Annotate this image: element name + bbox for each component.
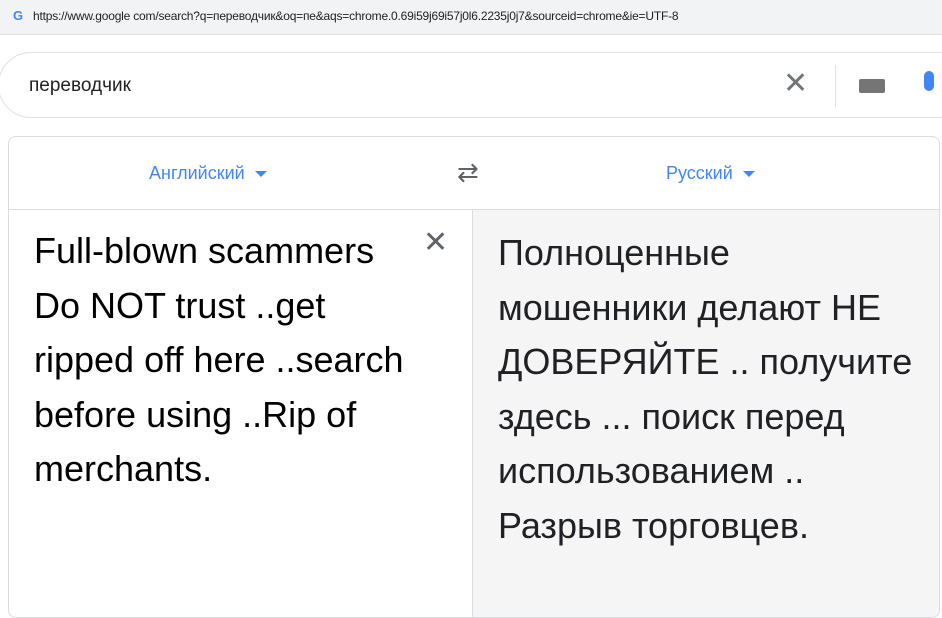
- source-panel: Full-blown scammers Do NOT trust ..get r…: [9, 210, 472, 617]
- source-text-input[interactable]: Full-blown scammers Do NOT trust ..get r…: [34, 224, 424, 497]
- microphone-icon[interactable]: [924, 71, 934, 91]
- google-favicon-icon: G: [13, 8, 24, 23]
- language-bar: Английский ⇄ Русский: [9, 137, 939, 210]
- divider: [835, 65, 836, 107]
- search-input[interactable]: переводчик: [29, 75, 131, 97]
- target-panel: Полноценные мошенники делают НЕ ДОВЕРЯЙТ…: [472, 210, 939, 617]
- address-bar[interactable]: G https://www.google com/search?q=перево…: [0, 0, 942, 35]
- translate-widget: Английский ⇄ Русский Full-blown scammers…: [8, 136, 940, 618]
- search-box[interactable]: переводчик ✕: [0, 52, 942, 118]
- clear-search-icon[interactable]: ✕: [783, 69, 808, 99]
- url-text[interactable]: https://www.google com/search?q=переводч…: [33, 9, 679, 23]
- swap-languages-icon[interactable]: ⇄: [457, 157, 479, 188]
- keyboard-icon[interactable]: [859, 79, 885, 93]
- translated-text: Полноценные мошенники делают НЕ ДОВЕРЯЙТ…: [498, 232, 913, 546]
- target-language-select[interactable]: Русский: [666, 163, 755, 184]
- clear-source-icon[interactable]: ✕: [423, 228, 448, 258]
- source-language-label: Английский: [149, 163, 245, 183]
- dropdown-caret-icon: [254, 171, 267, 178]
- dropdown-caret-icon: [742, 171, 755, 178]
- target-language-label: Русский: [666, 163, 733, 183]
- source-language-select[interactable]: Английский: [149, 163, 267, 184]
